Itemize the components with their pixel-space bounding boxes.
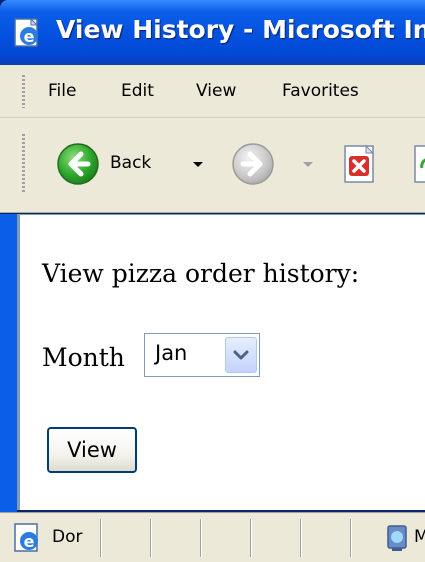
toolbar: Back: [0, 118, 425, 213]
page-heading: View pizza order history:: [42, 259, 360, 288]
browser-window: e View History - Microsoft In File Edit …: [0, 0, 425, 562]
svg-text:e: e: [24, 27, 35, 46]
month-select[interactable]: Jan: [144, 333, 260, 377]
forward-arrow-icon[interactable]: [231, 142, 275, 186]
chevron-down-icon[interactable]: [225, 337, 257, 373]
svg-text:e: e: [24, 532, 35, 551]
toolbar-grip[interactable]: [22, 134, 25, 194]
ie-page-icon: e: [12, 522, 44, 554]
stop-icon[interactable]: [340, 142, 380, 186]
back-arrow-icon[interactable]: [56, 142, 100, 186]
status-bar: e Dor M: [0, 512, 425, 562]
menu-view[interactable]: View: [196, 81, 236, 101]
forward-dropdown-icon[interactable]: [303, 162, 313, 167]
status-separator: [350, 519, 352, 557]
window-title: View History - Microsoft In: [56, 15, 425, 44]
month-label: Month: [42, 343, 125, 372]
status-text: Dor: [52, 527, 83, 547]
view-button[interactable]: View: [47, 427, 137, 473]
menu-favorites[interactable]: Favorites: [282, 81, 359, 101]
window-frame-left: [0, 214, 17, 512]
status-separator: [200, 519, 202, 557]
title-bar[interactable]: e View History - Microsoft In: [0, 0, 425, 65]
status-separator: [100, 519, 102, 557]
back-button-label[interactable]: Back: [110, 153, 151, 173]
menu-file[interactable]: File: [48, 81, 76, 101]
back-dropdown-icon[interactable]: [193, 162, 203, 167]
refresh-icon[interactable]: [410, 142, 425, 186]
status-separator: [300, 519, 302, 557]
menu-bar-grip[interactable]: [22, 75, 25, 108]
status-separator: [150, 519, 152, 557]
zone-text: M: [414, 527, 425, 547]
menu-bar: File Edit View Favorites: [0, 65, 425, 118]
page-content: View pizza order history: Month Jan View: [17, 214, 425, 510]
status-separator: [250, 519, 252, 557]
menu-edit[interactable]: Edit: [121, 81, 154, 101]
ie-page-icon: e: [12, 17, 44, 49]
internet-zone-icon: [384, 522, 410, 554]
month-select-value: Jan: [155, 341, 188, 365]
